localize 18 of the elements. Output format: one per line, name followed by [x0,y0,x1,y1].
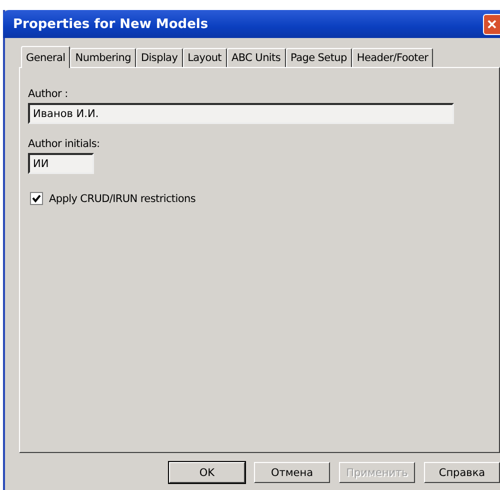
tab[interactable]: ABC Units [226,48,286,67]
dialog-button[interactable]: Отмена [254,462,330,483]
window-title: Properties for New Models [13,16,208,32]
input-field[interactable]: Иванов И.И. [28,103,454,124]
dialog-button[interactable]: OK [169,462,245,483]
checkbox-label: Apply CRUD/IRUN restrictions [49,192,196,204]
tab[interactable]: Numbering [70,48,136,67]
checkbox[interactable] [30,192,43,205]
tab[interactable]: Header/Footer [352,48,434,67]
input-field[interactable]: ИИ [28,153,94,174]
tab[interactable]: Page Setup [286,48,352,67]
tab[interactable]: General [21,46,70,68]
field-label: Author initials: [28,138,101,150]
close-button[interactable]: ✕ [483,14,500,34]
tab[interactable]: Display [136,48,183,67]
field-label: Author : [28,88,69,100]
dialog-button[interactable]: Справка [424,462,500,483]
tab[interactable]: Layout [182,48,227,67]
